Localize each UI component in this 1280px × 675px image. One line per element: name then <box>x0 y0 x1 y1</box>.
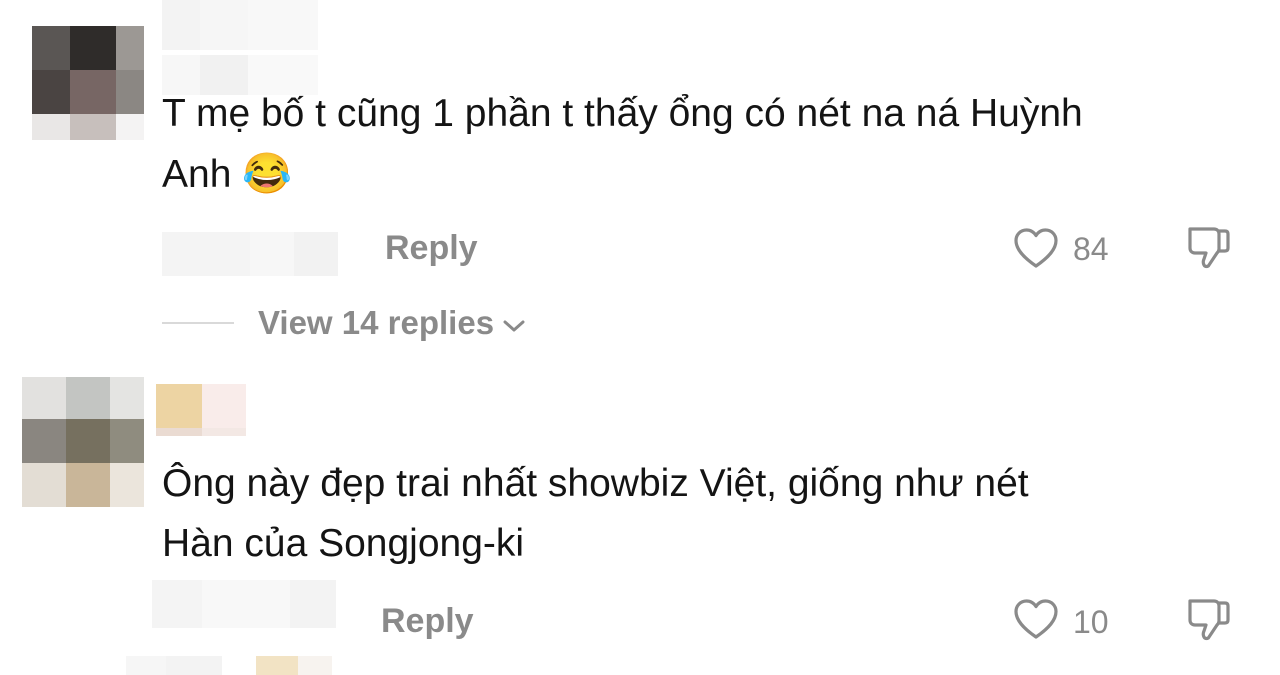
like-button[interactable] <box>1011 597 1061 645</box>
view-replies-label: View 14 replies <box>258 304 495 341</box>
replies-divider <box>162 322 234 324</box>
next-comment-preview <box>126 656 332 675</box>
chevron-down-icon <box>502 304 526 342</box>
view-replies-button[interactable]: View 14 replies <box>258 304 526 342</box>
comment-text-line: Hàn của Songjong-ki <box>162 522 525 565</box>
comment-text-line: T mẹ bố t cũng 1 phần t thấy ổng có nét … <box>162 92 1083 135</box>
reply-button[interactable]: Reply <box>385 229 478 268</box>
dislike-button[interactable] <box>1183 596 1235 648</box>
thumbs-down-icon <box>1184 223 1234 278</box>
heart-outline-icon <box>1013 598 1059 645</box>
comment-text: Ông này đẹp trai nhất showbiz Việt, giốn… <box>162 454 1029 574</box>
heart-outline-icon <box>1013 227 1059 274</box>
like-count: 10 <box>1073 604 1109 640</box>
comment-text: T mẹ bố t cũng 1 phần t thấy ổng có nét … <box>162 84 1083 205</box>
comment-item: T mẹ bố t cũng 1 phần t thấy ổng có nét … <box>0 0 1280 360</box>
tears-of-joy-emoji: 😂 <box>242 152 293 196</box>
like-count: 84 <box>1073 231 1109 267</box>
username[interactable] <box>156 384 246 436</box>
reply-button[interactable]: Reply <box>381 602 474 641</box>
avatar[interactable] <box>32 26 144 140</box>
thumbs-down-icon <box>1184 595 1234 650</box>
comment-text-line: Anh <box>162 153 232 196</box>
timestamp <box>162 232 338 276</box>
comment-text-line: Ông này đẹp trai nhất showbiz Việt, giốn… <box>162 462 1029 505</box>
dislike-button[interactable] <box>1183 224 1235 276</box>
comment-item: Ông này đẹp trai nhất showbiz Việt, giốn… <box>0 360 1280 675</box>
like-button[interactable] <box>1011 226 1061 274</box>
timestamp <box>152 580 336 628</box>
avatar[interactable] <box>22 377 144 507</box>
